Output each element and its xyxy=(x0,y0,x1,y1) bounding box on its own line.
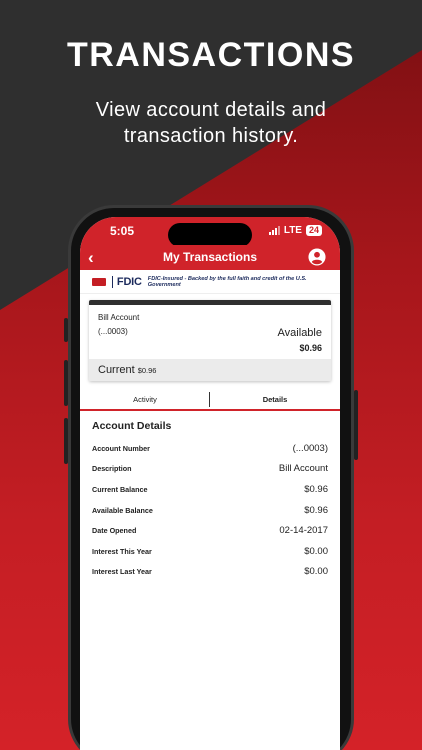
detail-value: (...0003) xyxy=(292,442,328,454)
fdic-disclaimer: FDIC-Insured - Backed by the full faith … xyxy=(147,275,307,288)
tab-bar: Activity Details xyxy=(80,391,340,411)
detail-label: Interest Last Year xyxy=(92,567,152,577)
dynamic-island xyxy=(168,223,252,247)
available-value: $0.96 xyxy=(299,343,322,353)
detail-label: Account Number xyxy=(92,443,150,453)
fdic-banner: FDIC FDIC-Insured - Backed by the full f… xyxy=(80,270,340,294)
detail-row-date-opened: Date Opened 02-14-2017 xyxy=(80,520,340,541)
detail-row-description: Description Bill Account xyxy=(80,459,340,480)
current-label: Current xyxy=(98,364,135,376)
detail-label: Available Balance xyxy=(92,505,153,515)
status-bar: 5:05 LTE 24 xyxy=(80,217,340,247)
promo-subline-line-1: View account details and xyxy=(95,99,327,121)
detail-value: 02-14-2017 xyxy=(279,525,328,537)
detail-row-available-balance: Available Balance $0.96 xyxy=(80,500,340,521)
phone-screen: 5:05 LTE 24 ‹ My Transactions FDIC FDIC-… xyxy=(80,217,340,750)
current-value: $0.96 xyxy=(137,365,157,375)
promo-subline-line-2: transaction history. xyxy=(123,125,299,147)
account-details-title: Account Details xyxy=(92,420,172,432)
fdic-logo: FDIC xyxy=(111,275,142,288)
network-label: LTE xyxy=(283,225,302,236)
phone-power-button xyxy=(354,390,358,460)
account-details-list: Account Number (...0003) Description Bil… xyxy=(80,438,340,582)
tab-activity[interactable]: Activity xyxy=(80,391,210,409)
detail-row-current-balance: Current Balance $0.96 xyxy=(80,479,340,500)
signal-icon xyxy=(268,226,280,235)
account-card[interactable]: Bill Account (...0003) Available $0.96 C… xyxy=(89,300,331,381)
promo-headline: TRANSACTIONS xyxy=(66,36,356,74)
bank-logo-icon xyxy=(92,277,106,286)
detail-row-interest-this-year: Interest This Year $0.00 xyxy=(80,541,340,562)
detail-row-interest-last-year: Interest Last Year $0.00 xyxy=(80,562,340,583)
detail-label: Date Opened xyxy=(92,526,137,536)
status-indicators: LTE 24 xyxy=(268,225,322,236)
detail-value: $0.00 xyxy=(304,545,328,557)
detail-label: Description xyxy=(92,464,132,474)
page-title: My Transactions xyxy=(162,250,258,264)
detail-label: Current Balance xyxy=(92,484,148,494)
current-balance-bar: Current $0.96 xyxy=(89,359,331,381)
detail-value: $0.96 xyxy=(304,483,328,495)
account-name: Bill Account xyxy=(98,313,140,322)
detail-row-account-number: Account Number (...0003) xyxy=(80,438,340,459)
battery-icon: 24 xyxy=(305,225,322,236)
nav-bar: ‹ My Transactions xyxy=(80,245,340,270)
detail-label: Interest This Year xyxy=(92,546,152,556)
tab-divider xyxy=(209,392,210,407)
status-time: 5:05 xyxy=(110,224,135,238)
available-label: Available xyxy=(277,327,322,339)
account-card-summary: Bill Account (...0003) Available $0.96 xyxy=(89,305,331,359)
detail-value: $0.96 xyxy=(304,504,328,516)
tab-details[interactable]: Details xyxy=(210,391,340,409)
account-number: (...0003) xyxy=(98,327,128,336)
detail-value: Bill Account xyxy=(278,463,328,475)
user-circle-icon[interactable] xyxy=(308,248,326,266)
promo-subline: View account details and transaction his… xyxy=(0,97,422,149)
detail-value: $0.00 xyxy=(304,566,328,578)
